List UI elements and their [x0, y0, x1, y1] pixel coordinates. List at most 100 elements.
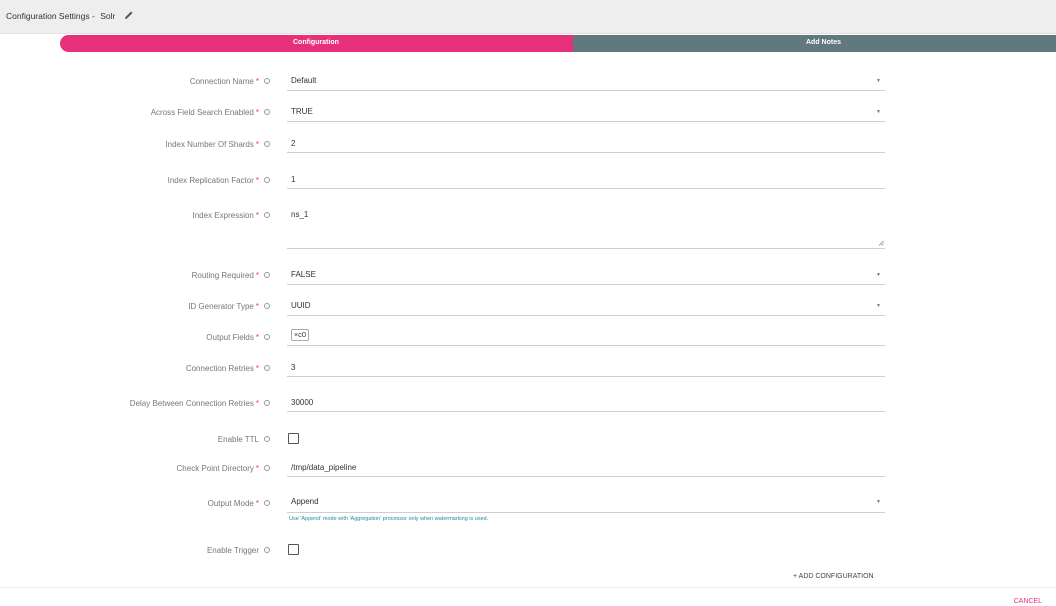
check-point-directory-label-text: Check Point Directory: [176, 464, 254, 473]
check-point-directory-value: /tmp/data_pipeline: [291, 463, 357, 472]
output-fields-multiselect[interactable]: ×c0: [287, 327, 885, 346]
delay-between-retries-label-text: Delay Between Connection Retries: [129, 399, 254, 408]
index-shards-label: Index Number Of Shards *: [165, 140, 270, 149]
enable-trigger-label: Enable Trigger: [207, 546, 270, 555]
required-marker: *: [255, 211, 259, 220]
check-point-directory-input[interactable]: /tmp/data_pipeline: [287, 459, 885, 477]
output-mode-hint: Use 'Append' mode with 'Aggregation' pro…: [289, 516, 489, 522]
required-marker: *: [255, 271, 259, 280]
required-marker: *: [255, 77, 259, 86]
chevron-down-icon[interactable]: ▼: [876, 78, 881, 84]
page-title-text: Configuration Settings -: [6, 11, 95, 21]
connection-name-select[interactable]: Default ▼: [287, 72, 885, 91]
page-title-subtitle: Solr: [100, 11, 116, 21]
id-generator-select[interactable]: UUID ▼: [287, 297, 885, 316]
page-title: Configuration Settings - Solr: [6, 11, 115, 21]
connection-retries-input[interactable]: 3: [287, 359, 885, 377]
top-bar: Configuration Settings - Solr: [0, 0, 1056, 34]
enable-trigger-label-text: Enable Trigger: [206, 546, 259, 555]
index-expression-value: ns_1: [291, 210, 309, 219]
required-marker: *: [255, 499, 259, 508]
id-generator-label-text: ID Generator Type: [188, 302, 254, 311]
chip-label: c0: [298, 330, 307, 339]
delay-between-retries-input[interactable]: 30000: [287, 394, 885, 412]
check-point-directory-label: Check Point Directory *: [177, 464, 270, 473]
add-configuration-button[interactable]: + ADD CONFIGURATION: [793, 573, 874, 580]
output-mode-label-text: Output Mode: [207, 499, 254, 508]
routing-required-label: Routing Required *: [192, 271, 270, 280]
output-fields-label: Output Fields *: [206, 333, 270, 342]
connection-name-label-text: Connection Name: [189, 77, 254, 86]
step-configuration-label: Configuration: [293, 39, 339, 46]
id-generator-value: UUID: [291, 301, 311, 310]
info-icon[interactable]: [264, 547, 270, 553]
chevron-down-icon[interactable]: ▼: [876, 272, 881, 278]
info-icon[interactable]: [264, 500, 270, 506]
chevron-down-icon[interactable]: ▼: [876, 303, 881, 309]
connection-retries-label: Connection Retries *: [186, 364, 270, 373]
step-add-notes-label: Add Notes: [806, 39, 841, 46]
routing-required-select[interactable]: FALSE ▼: [287, 266, 885, 285]
info-icon[interactable]: [264, 141, 270, 147]
chevron-down-icon[interactable]: ▼: [876, 109, 881, 115]
required-marker: *: [255, 364, 259, 373]
connection-retries-label-text: Connection Retries: [185, 364, 254, 373]
info-icon[interactable]: [264, 436, 270, 442]
info-icon[interactable]: [264, 78, 270, 84]
info-icon[interactable]: [264, 272, 270, 278]
connection-name-label: Connection Name *: [190, 77, 270, 86]
index-expression-label-text: Index Expression: [192, 211, 254, 220]
cancel-button[interactable]: CANCEL: [1014, 598, 1042, 605]
output-mode-value: Append: [291, 497, 319, 506]
output-mode-select[interactable]: Append ▼: [287, 493, 885, 513]
info-icon[interactable]: [264, 177, 270, 183]
routing-required-label-text: Routing Required: [191, 271, 254, 280]
enable-ttl-label-text: Enable TTL: [217, 435, 259, 444]
across-field-search-label-text: Across Field Search Enabled: [150, 108, 254, 117]
required-marker: *: [255, 464, 259, 473]
info-icon[interactable]: [264, 365, 270, 371]
id-generator-label: ID Generator Type *: [188, 302, 270, 311]
pencil-icon[interactable]: [124, 9, 134, 21]
across-field-search-select[interactable]: TRUE ▼: [287, 103, 885, 122]
index-shards-input[interactable]: 2: [287, 135, 885, 153]
index-replication-label-text: Index Replication Factor: [167, 176, 254, 185]
required-marker: *: [255, 399, 259, 408]
required-marker: *: [255, 176, 259, 185]
connection-name-value: Default: [291, 76, 317, 85]
routing-required-value: FALSE: [291, 270, 316, 279]
delay-between-retries-value: 30000: [291, 398, 314, 407]
resize-handle-icon[interactable]: [878, 240, 884, 246]
info-icon[interactable]: [264, 334, 270, 340]
info-icon[interactable]: [264, 109, 270, 115]
index-replication-input[interactable]: 1: [287, 171, 885, 189]
index-shards-value: 2: [291, 139, 296, 148]
info-icon[interactable]: [264, 400, 270, 406]
step-add-notes[interactable]: Add Notes: [573, 35, 1056, 52]
required-marker: *: [255, 140, 259, 149]
index-replication-value: 1: [291, 175, 296, 184]
required-marker: *: [255, 333, 259, 342]
info-icon[interactable]: [264, 303, 270, 309]
index-expression-label: Index Expression *: [192, 211, 270, 220]
step-configuration[interactable]: Configuration: [60, 35, 581, 52]
required-marker: *: [255, 302, 259, 311]
chevron-down-icon[interactable]: ▼: [876, 499, 881, 505]
output-fields-label-text: Output Fields: [206, 333, 254, 342]
index-shards-label-text: Index Number Of Shards: [165, 140, 254, 149]
across-field-search-label: Across Field Search Enabled *: [151, 108, 270, 117]
footer-divider: [0, 587, 1056, 588]
index-expression-textarea[interactable]: ns_1: [287, 205, 885, 249]
index-replication-label: Index Replication Factor *: [168, 176, 270, 185]
enable-trigger-checkbox[interactable]: [288, 544, 299, 555]
delay-between-retries-label: Delay Between Connection Retries *: [130, 399, 270, 408]
output-mode-label: Output Mode *: [208, 499, 270, 508]
enable-ttl-label: Enable TTL: [218, 435, 270, 444]
info-icon[interactable]: [264, 212, 270, 218]
required-marker: *: [255, 108, 259, 117]
enable-ttl-checkbox[interactable]: [288, 433, 299, 444]
info-icon[interactable]: [264, 465, 270, 471]
connection-retries-value: 3: [291, 363, 296, 372]
field-chip[interactable]: ×c0: [291, 329, 310, 341]
wizard-stepper: Configuration Add Notes: [60, 35, 1056, 52]
